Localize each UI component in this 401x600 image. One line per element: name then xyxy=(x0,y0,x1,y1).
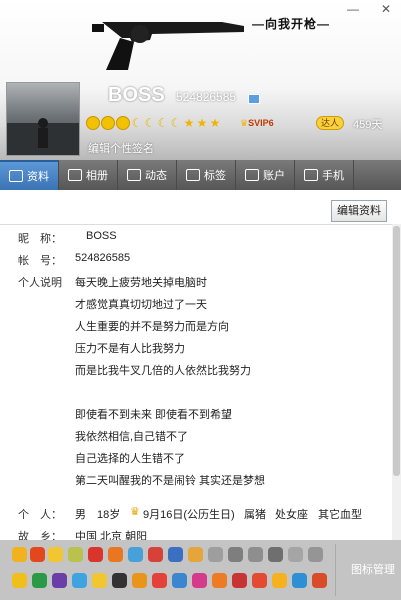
hometown-value: 中国 北京 朝阳 xyxy=(75,531,148,540)
tag-icon xyxy=(186,169,200,181)
desc-line: 我依然相信,自己错不了 xyxy=(75,431,189,443)
edit-profile-button[interactable]: 编辑资料 xyxy=(331,200,387,222)
wallet-icon xyxy=(245,169,259,181)
badge-icon[interactable] xyxy=(132,573,147,588)
badge-icon[interactable] xyxy=(168,547,183,562)
age-value: 18岁 xyxy=(97,509,121,521)
desc-line: 即使看不到未来 即使看不到希望 xyxy=(75,409,233,421)
tab-account[interactable]: 账户 xyxy=(236,160,295,190)
account-label: 帐 号： xyxy=(18,255,62,267)
crown-icon: ♛ xyxy=(130,506,140,518)
feed-icon xyxy=(127,169,141,181)
tab-profile[interactable]: 资料 xyxy=(0,160,59,190)
close-button[interactable]: ✕ xyxy=(378,2,394,16)
desc-line: 自己选择的人生错不了 xyxy=(75,453,185,465)
moon-icon: ☾ xyxy=(131,116,143,130)
badge-icon[interactable] xyxy=(232,573,247,588)
tab-phone[interactable]: 手机 xyxy=(295,160,354,190)
badge-icon[interactable] xyxy=(72,573,87,588)
star-icon: ★ xyxy=(196,116,208,130)
desc-line: 而是比我牛叉几倍的人依然比我努力 xyxy=(75,365,251,377)
sun-icon xyxy=(116,116,130,130)
scrollbar[interactable] xyxy=(392,224,401,540)
badge-icon[interactable] xyxy=(88,547,103,562)
badge-icon[interactable] xyxy=(268,547,283,562)
badge-icon[interactable] xyxy=(188,547,203,562)
blood-type-value: 其它血型 xyxy=(318,509,362,521)
active-days: 459天 xyxy=(353,119,383,131)
id-card-icon[interactable] xyxy=(248,94,260,104)
star-icon: ★ xyxy=(209,116,221,130)
badge-icon[interactable] xyxy=(288,547,303,562)
hometown-label: 故 乡： xyxy=(18,531,62,540)
badge-icon[interactable] xyxy=(208,547,223,562)
badge-icon[interactable] xyxy=(152,573,167,588)
birthday-value: 9月16日(公历生日) xyxy=(143,509,235,521)
manage-icons-button[interactable]: 图标管理 xyxy=(351,561,395,577)
desc-line: 才感觉真真切切地过了一天 xyxy=(75,299,207,311)
nickname: BOSS xyxy=(108,84,165,106)
pet-badge[interactable]: 达人 xyxy=(316,116,345,130)
sun-icon xyxy=(101,116,115,130)
desc-line: 每天晚上疲劳地关掉电脑时 xyxy=(75,277,207,289)
photo-icon xyxy=(68,169,82,181)
profile-info: 昵 称： BOSS 帐 号： 524826585 个人说明 每天晚上疲劳地关掉电… xyxy=(0,224,392,540)
tab-album[interactable]: 相册 xyxy=(59,160,118,190)
badge-icon[interactable] xyxy=(32,573,47,588)
badge-icon[interactable] xyxy=(172,573,187,588)
moon-icon: ☾ xyxy=(157,116,169,130)
tab-bar: 资料 相册 动态 标签 账户 手机 xyxy=(0,160,401,190)
moon-icon: ☾ xyxy=(144,116,156,130)
banner-slogan: —向我开枪— xyxy=(252,17,331,31)
badge-icon[interactable] xyxy=(192,573,207,588)
card-icon xyxy=(9,170,23,182)
badge-icon[interactable] xyxy=(248,547,263,562)
desc-line: 第二天叫醒我的不是闹铃 其实还是梦想 xyxy=(75,475,266,487)
level-icons: ☾ ☾ ☾ ☾ ★ ★ ★ xyxy=(86,116,221,130)
badge-icon[interactable] xyxy=(48,547,63,562)
badge-icon[interactable] xyxy=(92,573,107,588)
divider xyxy=(335,544,336,596)
person-label: 个 人： xyxy=(18,509,62,521)
badge-icon[interactable] xyxy=(108,547,123,562)
badge-icon[interactable] xyxy=(12,573,27,588)
nick-value: BOSS xyxy=(86,230,117,242)
star-sign-value: 处女座 xyxy=(275,509,308,521)
gender-value: 男 xyxy=(75,509,86,521)
badge-icon[interactable] xyxy=(308,547,323,562)
desc-line: 人生重要的并不是努力而是方向 xyxy=(75,321,229,333)
scrollbar-thumb[interactable] xyxy=(393,226,400,476)
avatar-figure xyxy=(7,118,79,155)
badge-icon[interactable] xyxy=(252,573,267,588)
badge-icon[interactable] xyxy=(212,573,227,588)
badge-icon[interactable] xyxy=(112,573,127,588)
badge-icon[interactable] xyxy=(68,547,83,562)
badge-icon[interactable] xyxy=(148,547,163,562)
zodiac-value: 属猪 xyxy=(244,509,266,521)
phone-icon xyxy=(304,169,318,181)
desc-label: 个人说明 xyxy=(18,277,62,289)
badge-icon[interactable] xyxy=(272,573,287,588)
star-icon: ★ xyxy=(183,116,195,130)
account-value: 524826585 xyxy=(75,252,131,264)
nick-label: 昵 称： xyxy=(18,233,62,245)
minimize-button[interactable]: — xyxy=(345,2,361,16)
badge-icon[interactable] xyxy=(228,547,243,562)
tab-tags[interactable]: 标签 xyxy=(177,160,236,190)
badge-icon[interactable] xyxy=(128,547,143,562)
avatar[interactable] xyxy=(6,82,80,156)
tab-feed[interactable]: 动态 xyxy=(118,160,177,190)
badge-icon[interactable] xyxy=(312,573,327,588)
revolver-icon xyxy=(92,22,244,70)
signature-edit[interactable]: 编辑个性签名 xyxy=(88,140,154,156)
badge-icon[interactable] xyxy=(30,547,45,562)
moon-icon: ☾ xyxy=(170,116,182,130)
badge-icon[interactable] xyxy=(292,573,307,588)
svip-badge[interactable]: ♛SVIP6 xyxy=(240,118,274,129)
badge-icon[interactable] xyxy=(12,547,27,562)
badge-icon[interactable] xyxy=(52,573,67,588)
qq-number: 524826585 xyxy=(176,90,237,104)
sun-icon xyxy=(86,116,100,130)
desc-line: 压力不是有人比我努力 xyxy=(75,343,185,355)
